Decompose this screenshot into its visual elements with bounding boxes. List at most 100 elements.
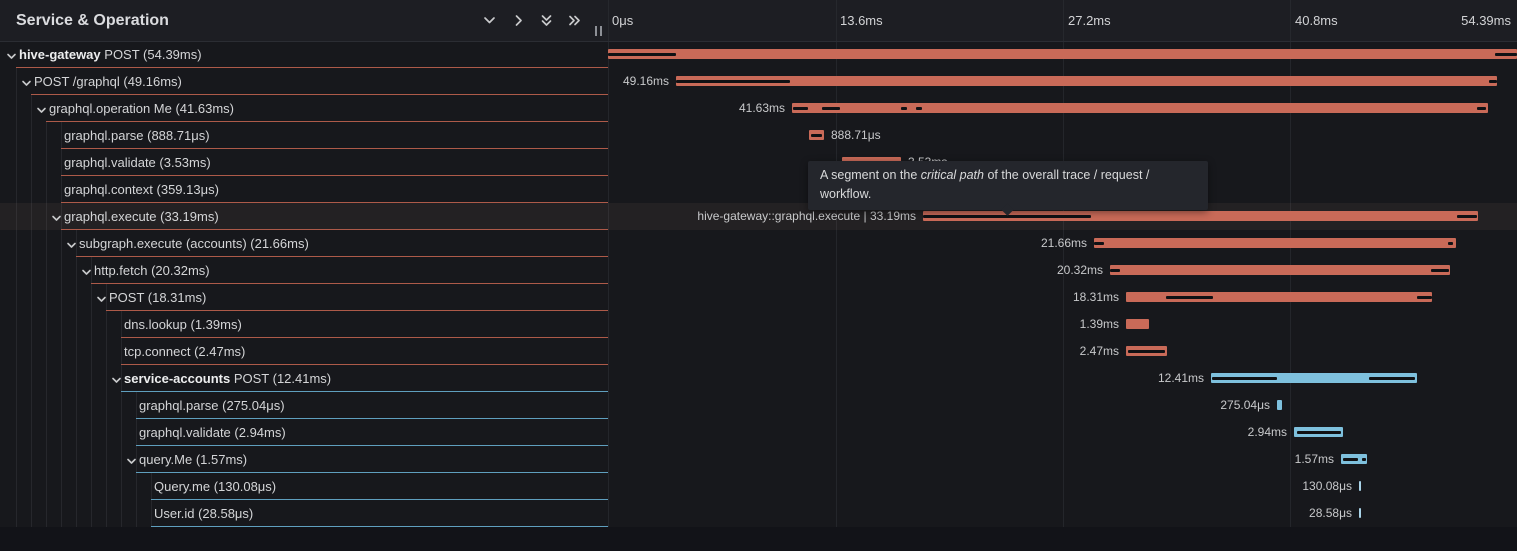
span-row[interactable]: tcp.connect (2.47ms) 2.47ms	[0, 338, 1517, 365]
span-duration-bar[interactable]	[608, 49, 1517, 59]
span-duration-label: 21.66ms	[1041, 230, 1087, 257]
double-chevron-down-icon[interactable]	[539, 13, 554, 28]
axis-tick-label: 40.8ms	[1295, 0, 1338, 41]
span-row[interactable]: graphql.parse (275.04μs) 275.04μs	[0, 392, 1517, 419]
chevron-right-icon[interactable]	[511, 13, 526, 28]
span-row[interactable]: graphql.validate (2.94ms) 2.94ms	[0, 419, 1517, 446]
span-row[interactable]: POST (18.31ms) 18.31ms	[0, 284, 1517, 311]
span-duration-label: 888.71μs	[831, 122, 881, 149]
span-tree-cell[interactable]: tcp.connect (2.47ms)	[0, 338, 608, 365]
span-name-label: graphql.execute (33.19ms)	[64, 203, 219, 230]
span-duration-bar[interactable]	[1277, 400, 1282, 410]
span-name-label: service-accounts POST (12.41ms)	[124, 365, 331, 392]
span-tree-cell[interactable]: http.fetch (20.32ms)	[0, 257, 608, 284]
span-row[interactable]: POST /graphql (49.16ms)49.16ms	[0, 68, 1517, 95]
trace-waterfall-view: hive-gateway POST (54.39ms)POST /graphql…	[0, 0, 1517, 551]
critical-path-segment	[822, 107, 840, 110]
span-duration-bar[interactable]	[676, 76, 1497, 86]
span-tree-cell[interactable]: graphql.parse (275.04μs)	[0, 392, 608, 419]
span-duration-label: 275.04μs	[1220, 392, 1270, 419]
span-row[interactable]: graphql.parse (888.71μs) 888.71μs	[0, 122, 1517, 149]
span-tree-cell[interactable]: graphql.validate (2.94ms)	[0, 419, 608, 446]
span-tree-cell[interactable]: Query.me (130.08μs)	[0, 473, 608, 500]
span-duration-bar[interactable]	[1359, 481, 1361, 491]
span-row[interactable]: graphql.operation Me (41.63ms) 41.63ms	[0, 95, 1517, 122]
span-duration-label: 130.08μs	[1302, 473, 1352, 500]
span-duration-label: 2.94ms	[1248, 419, 1287, 446]
span-name-label: graphql.context (359.13μs)	[64, 176, 219, 203]
critical-path-segment	[901, 107, 907, 110]
span-duration-bar[interactable]	[1110, 265, 1450, 275]
critical-path-segment	[1212, 377, 1277, 380]
span-row[interactable]: http.fetch (20.32ms)20.32ms	[0, 257, 1517, 284]
span-duration-bar[interactable]	[1094, 238, 1456, 248]
span-tree-cell[interactable]: graphql.validate (3.53ms)	[0, 149, 608, 176]
span-duration-bar[interactable]	[1359, 508, 1361, 518]
axis-gridline	[1063, 0, 1064, 41]
span-tree-cell[interactable]: graphql.operation Me (41.63ms)	[0, 95, 608, 122]
chevron-down-icon[interactable]	[36, 103, 47, 114]
chevron-down-icon[interactable]	[51, 211, 62, 222]
chevron-down-icon[interactable]	[81, 265, 92, 276]
span-row[interactable]: Query.me (130.08μs) 130.08μs	[0, 473, 1517, 500]
axis-tick-label: 27.2ms	[1068, 0, 1111, 41]
critical-path-tooltip: A segment on the critical path of the ov…	[808, 161, 1208, 210]
chevron-down-icon[interactable]	[66, 238, 77, 249]
critical-path-segment	[811, 134, 822, 137]
span-duration-label: 18.31ms	[1073, 284, 1119, 311]
span-tree-cell[interactable]: subgraph.execute (accounts) (21.66ms)	[0, 230, 608, 257]
critical-path-segment	[1166, 296, 1213, 299]
critical-path-segment	[1362, 458, 1366, 461]
span-row[interactable]: User.id (28.58μs)28.58μs	[0, 500, 1517, 527]
critical-path-segment	[1343, 458, 1358, 461]
axis-tick-label: 13.6ms	[840, 0, 883, 41]
critical-path-segment	[1495, 53, 1517, 56]
chevron-down-icon[interactable]	[482, 13, 497, 28]
critical-path-segment	[1297, 431, 1341, 434]
span-tree-cell[interactable]: dns.lookup (1.39ms)	[0, 311, 608, 338]
span-tree-cell[interactable]: service-accounts POST (12.41ms)	[0, 365, 608, 392]
span-tree-cell[interactable]: graphql.execute (33.19ms)	[0, 203, 608, 230]
span-tree-cell[interactable]: POST /graphql (49.16ms)	[0, 68, 608, 95]
span-name-label: POST (18.31ms)	[109, 284, 206, 311]
chevron-down-icon[interactable]	[6, 49, 17, 60]
critical-path-segment	[676, 80, 790, 83]
span-tree-cell[interactable]: hive-gateway POST (54.39ms)	[0, 41, 608, 68]
span-duration-bar[interactable]	[792, 103, 1488, 113]
axis-tick-label: 0μs	[612, 0, 633, 41]
critical-path-segment	[1477, 107, 1486, 110]
span-duration-label: 41.63ms	[739, 95, 785, 122]
span-tree-cell[interactable]: User.id (28.58μs)	[0, 500, 608, 527]
span-row[interactable]: graphql.validate (3.53ms)3.53ms	[0, 149, 1517, 176]
critical-path-segment	[1369, 377, 1415, 380]
span-name-label: graphql.parse (888.71μs)	[64, 122, 210, 149]
critical-path-segment	[1457, 215, 1477, 218]
chevron-down-icon[interactable]	[111, 373, 122, 384]
span-row[interactable]: dns.lookup (1.39ms)1.39ms	[0, 311, 1517, 338]
chevron-down-icon[interactable]	[126, 454, 137, 465]
span-tree-cell[interactable]: graphql.context (359.13μs)	[0, 176, 608, 203]
span-name-label: User.id (28.58μs)	[154, 500, 253, 527]
span-row[interactable]: service-accounts POST (12.41ms)12.41ms	[0, 365, 1517, 392]
service-operation-title: Service & Operation	[16, 0, 169, 41]
span-name-label: POST /graphql (49.16ms)	[34, 68, 182, 95]
chevron-down-icon[interactable]	[21, 76, 32, 87]
span-row[interactable]: hive-gateway POST (54.39ms)	[0, 41, 1517, 68]
span-tree-cell[interactable]: graphql.parse (888.71μs)	[0, 122, 608, 149]
span-name-label: graphql.parse (275.04μs)	[139, 392, 285, 419]
span-tree-cell[interactable]: query.Me (1.57ms)	[0, 446, 608, 473]
double-chevron-right-icon[interactable]	[567, 13, 582, 28]
critical-path-segment	[1128, 350, 1165, 353]
column-resize-handle[interactable]	[595, 26, 602, 36]
span-row[interactable]: subgraph.execute (accounts) (21.66ms) 21.…	[0, 230, 1517, 257]
span-tree-cell[interactable]: POST (18.31ms)	[0, 284, 608, 311]
span-row[interactable]: query.Me (1.57ms) 1.57ms	[0, 446, 1517, 473]
span-duration-label: 2.47ms	[1080, 338, 1119, 365]
critical-path-segment	[1489, 80, 1497, 83]
critical-path-segment	[916, 107, 922, 110]
span-duration-bar[interactable]	[1126, 319, 1149, 329]
span-row[interactable]: graphql.execute (33.19ms)hive-gateway::g…	[0, 203, 1517, 230]
span-duration-label: 1.57ms	[1295, 446, 1334, 473]
span-row[interactable]: graphql.context (359.13μs)359.13μs	[0, 176, 1517, 203]
chevron-down-icon[interactable]	[96, 292, 107, 303]
